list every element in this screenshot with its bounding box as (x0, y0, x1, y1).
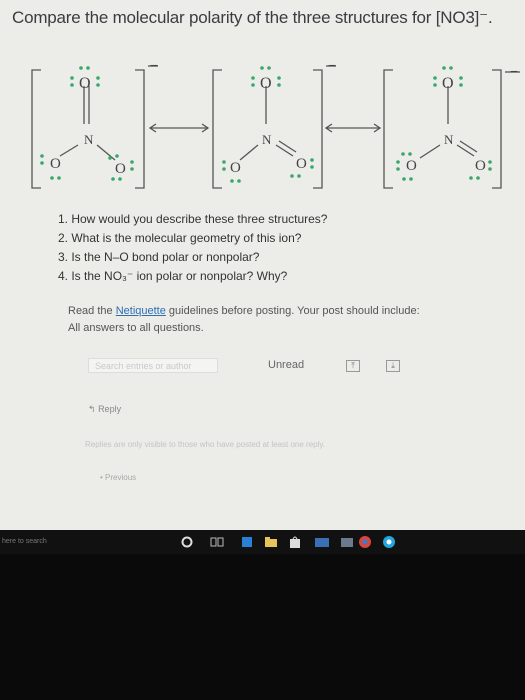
cortana-icon[interactable] (180, 535, 194, 549)
resonance-structure-1: O N O O (31, 65, 158, 189)
oxygen-top-1: O (79, 75, 91, 92)
question-item: 4. Is the NO₃⁻ ion polar or nonpolar? Wh… (58, 269, 288, 283)
reply-label: Reply (98, 404, 122, 414)
nitrogen-3: N (444, 132, 454, 147)
nitrogen-2: N (262, 132, 272, 147)
resonance-structure-3: O N O O (383, 69, 520, 189)
resonance-arrow-1 (148, 123, 210, 133)
settings-app-icon[interactable] (382, 535, 396, 549)
unread-filter[interactable]: Unread (268, 359, 304, 371)
screen: Compare the molecular polarity of the th… (0, 0, 525, 530)
discussion-toolbar: Search entries or author Unread ⤒ ⤓ (88, 358, 410, 374)
app-icon[interactable] (340, 535, 354, 549)
resonance-structures: O N O O O N O O O N O O − − − (31, 57, 520, 189)
oxygen-top-3: O (442, 75, 454, 92)
oxygen-right-2: O (296, 156, 307, 172)
reply-arrow-icon: ↰ (88, 404, 96, 414)
instructions-text: Read the (68, 305, 116, 317)
oxygen-right-1: O (115, 161, 126, 177)
oxygen-left-3: O (406, 158, 417, 174)
question-item: 3. Is the N–O bond polar or nonpolar? (58, 250, 260, 264)
charge-label-1: − (150, 57, 158, 73)
question-item: 2. What is the molecular geometry of thi… (58, 231, 302, 245)
nitrogen-1: N (84, 132, 94, 147)
mail-icon[interactable] (314, 535, 329, 549)
task-view-icon[interactable] (210, 535, 224, 549)
taskbar-search[interactable]: here to search (2, 538, 47, 545)
replies-note: Replies are only visible to those who ha… (85, 440, 325, 449)
charge-label-2: − (328, 57, 336, 73)
question-title: Compare the molecular polarity of the th… (12, 8, 493, 27)
edge-icon[interactable] (240, 535, 254, 549)
resonance-structure-2: O N O O (212, 65, 336, 189)
reply-button[interactable]: ↰ Reply (88, 404, 121, 415)
instructions-text-after: guidelines before posting. Your post sho… (165, 305, 420, 317)
collapse-icon[interactable]: ⤒ (346, 360, 360, 372)
expand-icon[interactable]: ⤓ (386, 360, 400, 372)
store-icon[interactable] (288, 535, 302, 549)
search-entries-input[interactable]: Search entries or author (88, 358, 218, 373)
oxygen-right-3: O (475, 158, 486, 174)
taskbar: here to search (0, 530, 525, 554)
question-item: 1. How would you describe these three st… (58, 212, 328, 226)
instructions-line2: All answers to all questions. (68, 322, 204, 334)
netiquette-link[interactable]: Netiquette (116, 305, 166, 317)
oxygen-left-1: O (50, 156, 61, 172)
posting-instructions: Read the Netiquette guidelines before po… (68, 303, 420, 337)
chrome-icon[interactable] (358, 535, 372, 549)
question-list: 1. How would you describe these three st… (58, 210, 327, 286)
resonance-arrow-2 (324, 123, 382, 133)
charge-label-3: − (510, 63, 518, 79)
file-explorer-icon[interactable] (264, 535, 278, 549)
oxygen-left-2: O (230, 160, 241, 176)
oxygen-top-2: O (260, 75, 272, 92)
previous-link[interactable]: • Previous (100, 473, 136, 482)
